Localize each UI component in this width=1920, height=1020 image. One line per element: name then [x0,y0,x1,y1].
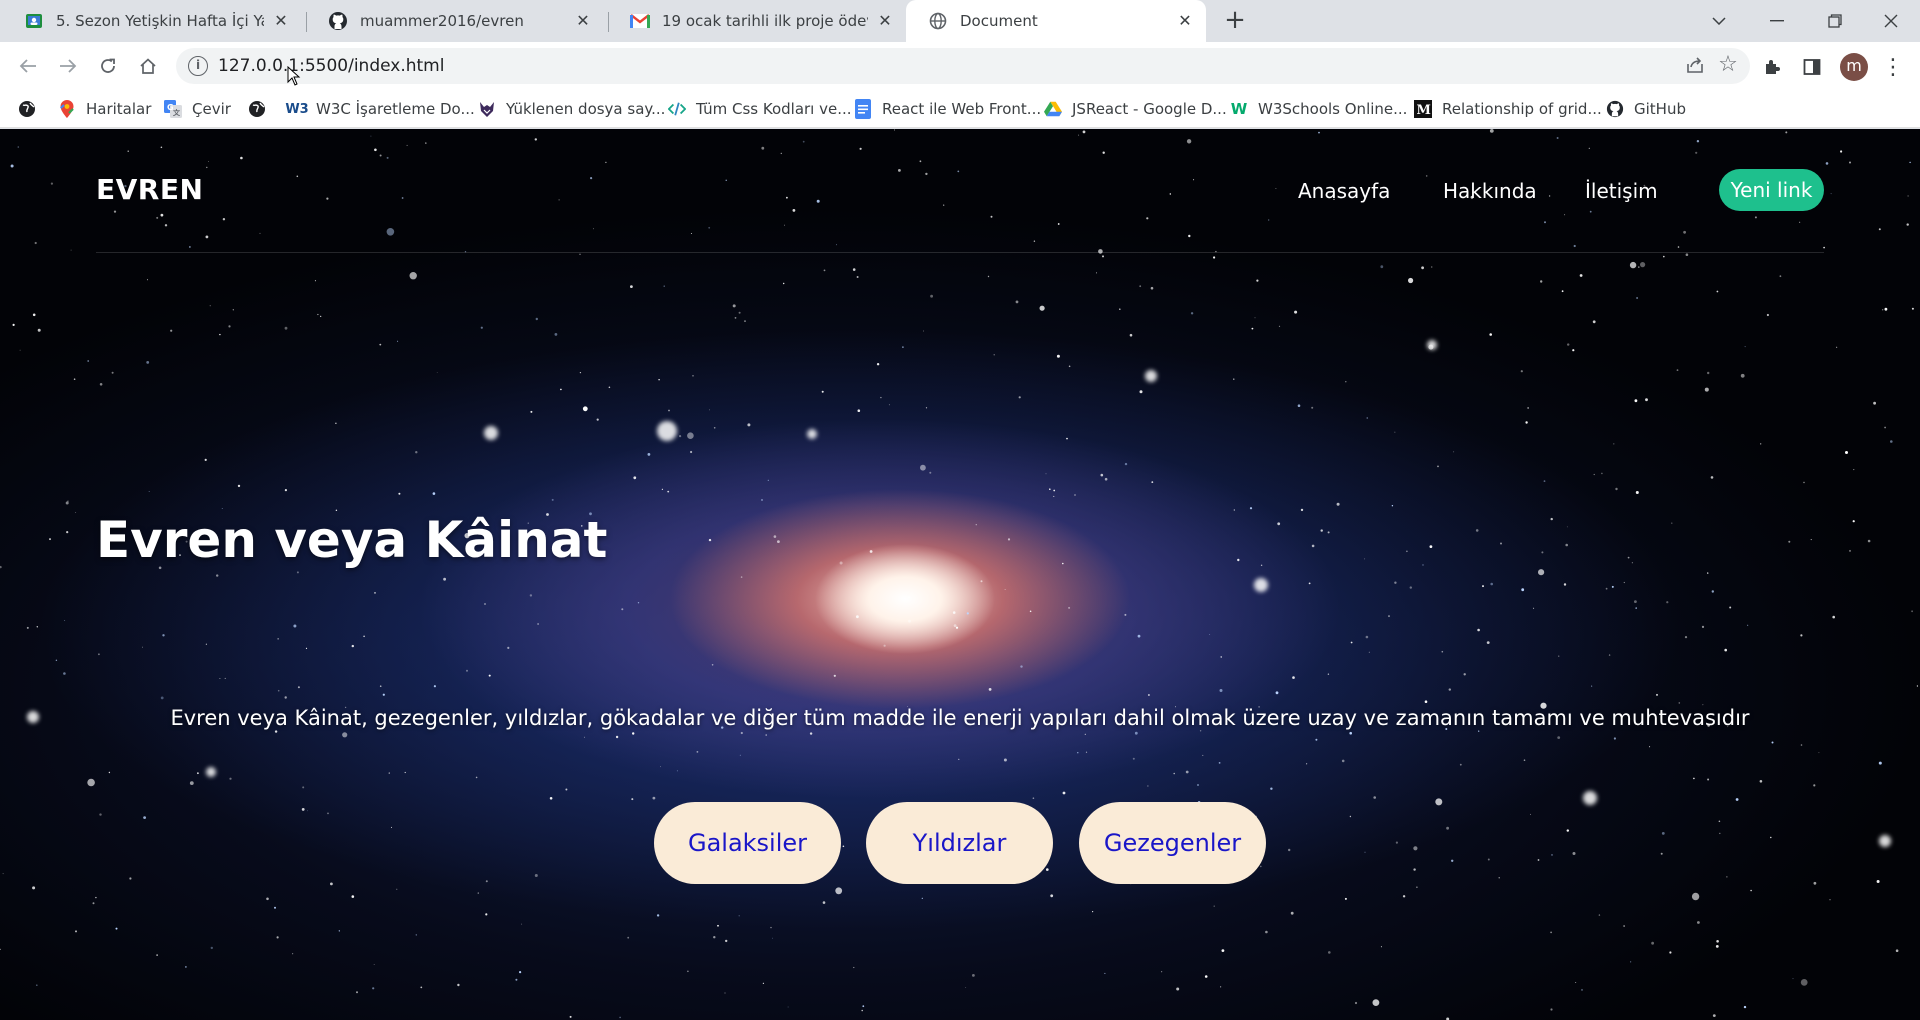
bookmark-label: Haritalar [86,100,152,118]
bookmark-w3c[interactable]: W3 W3C İşaretleme Do... [285,98,475,120]
gezegenler-button[interactable]: Gezegenler [1079,802,1266,884]
more-menu-icon[interactable]: ⋮ [1880,54,1906,80]
gmail-icon [630,11,650,31]
galaxy-background [0,129,1918,1020]
url-text[interactable]: 127.0.0.1:5500/index.html [218,56,444,76]
bookmark-label: React ile Web Front... [882,100,1042,118]
code-icon [668,100,686,118]
classroom-icon [24,11,44,31]
nav-iletisim[interactable]: İletişim [1585,179,1658,203]
tab-title: muammer2016/evren [360,12,524,30]
tab-document[interactable]: Document ✕ [906,0,1206,42]
bookmark-label: GitHub [1634,100,1686,118]
bookmark-star-icon[interactable]: ☆ [1716,53,1740,77]
globe-icon [928,11,948,31]
hero-title: Evren veya Kâinat [96,511,608,569]
page-viewport: EVREN Anasayfa Hakkında İletişim Yeni li… [0,129,1920,1020]
mouse-cursor-icon [287,66,301,86]
tab-title: 19 ocak tarihli ilk proje ödevim - [662,12,868,30]
close-icon[interactable]: ✕ [272,12,290,30]
bookmark-globe[interactable] [18,98,46,120]
bookmark-label: Yüklenen dosya say... [506,100,666,118]
bookmark-jsreact[interactable]: JSReact - Google D... [1044,98,1227,120]
bookmark-label: Çevir [192,100,231,118]
svg-text:文: 文 [173,108,181,117]
bookmark-label: W3C İşaretleme Do... [316,100,475,118]
site-logo[interactable]: EVREN [96,173,203,206]
restore-button[interactable] [1806,0,1864,42]
minimize-button[interactable] [1748,0,1806,42]
maps-pin-icon [58,100,76,118]
close-icon[interactable]: ✕ [876,12,894,30]
nav-anasayfa[interactable]: Anasayfa [1298,179,1390,203]
w3schools-icon: W [1230,100,1248,118]
medium-icon: M [1414,100,1432,118]
bookmark-yuklenen[interactable]: Yüklenen dosya say... [478,98,665,120]
close-icon[interactable]: ✕ [574,12,592,30]
bookmark-haritalar[interactable]: Haritalar [58,98,151,120]
bookmark-react-web[interactable]: React ile Web Front... [854,98,1041,120]
side-panel-icon[interactable] [1799,54,1825,80]
back-arrow-icon[interactable] [12,50,44,82]
new-tab-button[interactable]: + [1220,6,1250,36]
home-icon[interactable] [132,50,164,82]
share-icon[interactable] [1684,55,1706,77]
google-drive-icon [1044,100,1062,118]
github-icon [328,11,348,31]
bookmark-label: W3Schools Online... [1258,100,1408,118]
nav-hakkinda[interactable]: Hakkında [1443,179,1537,203]
site-header: EVREN Anasayfa Hakkında İletişim Yeni li… [96,129,1824,253]
yildizlar-button[interactable]: Yıldızlar [866,802,1053,884]
globe-icon [18,100,36,118]
hero-description: Evren veya Kâinat, gezegenler, yıldızlar… [170,706,1750,730]
tab-strip: 5. Sezon Yetişkin Hafta İçi Yazılım ✕ mu… [0,0,1920,42]
bookmark-globe-2[interactable] [248,98,276,120]
translate-icon: G文 [164,100,182,118]
galaksiler-button[interactable]: Galaksiler [654,802,841,884]
tab-gmail[interactable]: 19 ocak tarihli ilk proje ödevim - ✕ [608,0,906,42]
close-icon[interactable]: ✕ [1176,12,1194,30]
google-docs-icon [854,99,872,119]
bookmark-label: Tüm Css Kodları ve... [696,100,852,118]
w3c-icon: W3 [285,101,309,117]
tab-title: 5. Sezon Yetişkin Hafta İçi Yazılım [56,12,264,30]
forward-arrow-icon[interactable] [52,50,84,82]
new-link-button[interactable]: Yeni link [1719,169,1824,211]
extensions-puzzle-icon[interactable] [1759,54,1785,80]
svg-text:M: M [1417,103,1431,118]
bookmarks-bar: Haritalar G文 Çevir W3 W3C İşaretleme Do.… [0,90,1920,128]
tab-title: Document [960,12,1038,30]
bookmark-label: Relationship of grid... [1442,100,1602,118]
bookmark-relationship-grid[interactable]: M Relationship of grid... [1414,98,1602,120]
tab-search-chevron-icon[interactable] [1690,0,1748,42]
bookmark-w3schools[interactable]: W W3Schools Online... [1230,98,1408,120]
fox-icon [478,100,496,118]
profile-avatar[interactable]: m [1840,53,1868,81]
globe-icon [248,100,266,118]
reload-icon[interactable] [92,50,124,82]
address-bar[interactable]: i 127.0.0.1:5500/index.html ☆ [176,48,1750,84]
close-window-button[interactable] [1862,0,1920,42]
bookmark-github[interactable]: GitHub [1606,98,1686,120]
tab-github[interactable]: muammer2016/evren ✕ [306,0,604,42]
site-info-icon[interactable]: i [188,56,208,76]
tab-classroom[interactable]: 5. Sezon Yetişkin Hafta İçi Yazılım ✕ [2,0,302,42]
bookmark-cevir[interactable]: G文 Çevir [164,98,231,120]
bookmark-css-kodlari[interactable]: Tüm Css Kodları ve... [668,98,852,120]
github-icon [1606,100,1624,118]
bookmark-label: JSReact - Google D... [1072,100,1227,118]
